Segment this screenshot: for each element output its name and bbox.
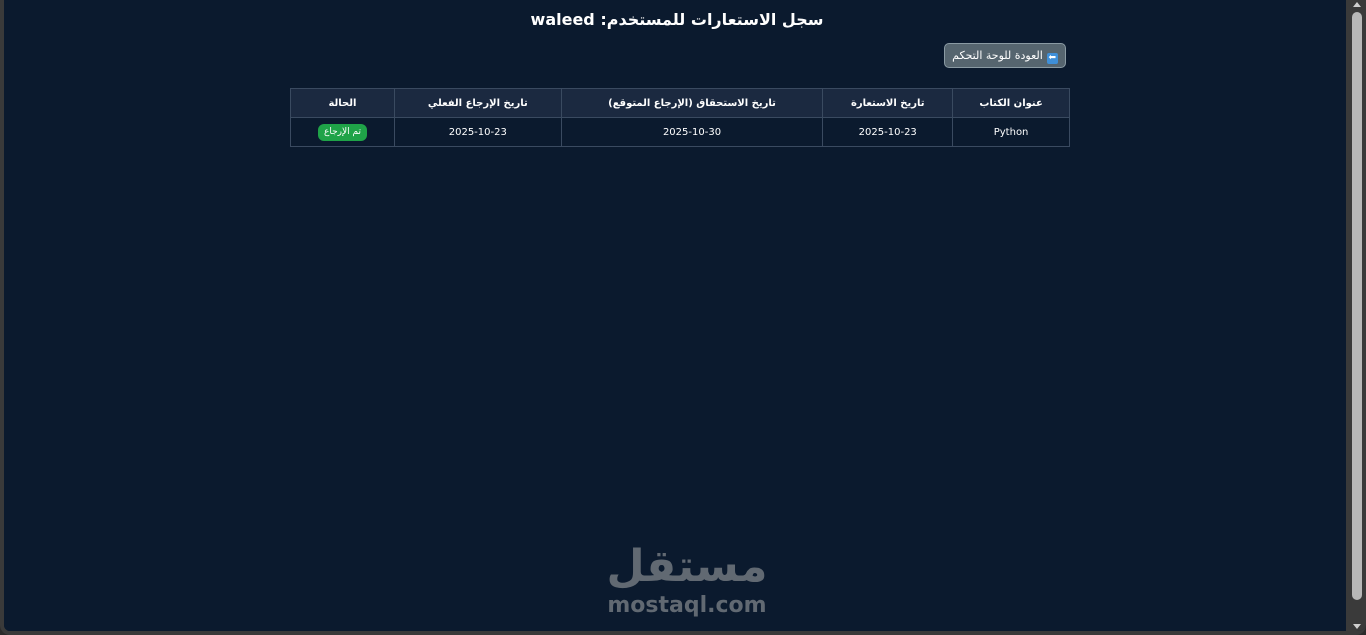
header-status: الحالة: [290, 88, 395, 118]
borrow-history-table: عنوان الكتاب تاريخ الاستعارة تاريخ الاست…: [290, 88, 1070, 147]
watermark-latin: mostaql.com: [607, 593, 767, 618]
cell-status: تم الإرجاع: [290, 117, 395, 147]
cell-book-title: Python: [952, 117, 1070, 147]
header-book-title: عنوان الكتاب: [952, 88, 1070, 118]
mostaql-watermark-logo: مستقل mostaql.com: [604, 540, 770, 620]
cell-borrow-date: 2025-10-23: [822, 117, 954, 147]
cell-due-date: 2025-10-30: [560, 117, 824, 147]
back-to-dashboard-button[interactable]: ⬅العودة للوحة التحكم: [944, 43, 1066, 68]
scroll-down-icon[interactable]: [1353, 624, 1361, 629]
scroll-up-icon[interactable]: [1353, 2, 1361, 7]
page: سجل الاستعارات للمستخدم: waleed ⬅العودة …: [4, 0, 1350, 631]
scrollbar-thumb[interactable]: [1352, 12, 1362, 600]
vertical-scrollbar[interactable]: [1346, 0, 1366, 631]
cell-return-date: 2025-10-23: [393, 117, 562, 147]
header-borrow-date: تاريخ الاستعارة: [822, 88, 954, 118]
header-return-date: تاريخ الإرجاع الفعلي: [393, 88, 562, 118]
header-due-date: تاريخ الاستحقاق (الإرجاع المتوقع): [560, 88, 824, 118]
status-badge: تم الإرجاع: [317, 123, 367, 141]
table-header-row: عنوان الكتاب تاريخ الاستعارة تاريخ الاست…: [290, 88, 1070, 118]
watermark-arabic: مستقل: [606, 541, 768, 592]
arrow-back-icon: ⬅: [1046, 53, 1058, 64]
browser-viewport: سجل الاستعارات للمستخدم: waleed ⬅العودة …: [0, 0, 1366, 635]
table-row: Python 2025-10-23 2025-10-30 2025-10-23 …: [290, 117, 1070, 147]
page-title: سجل الاستعارات للمستخدم: waleed: [530, 10, 824, 29]
back-button-label: العودة للوحة التحكم: [952, 49, 1043, 62]
